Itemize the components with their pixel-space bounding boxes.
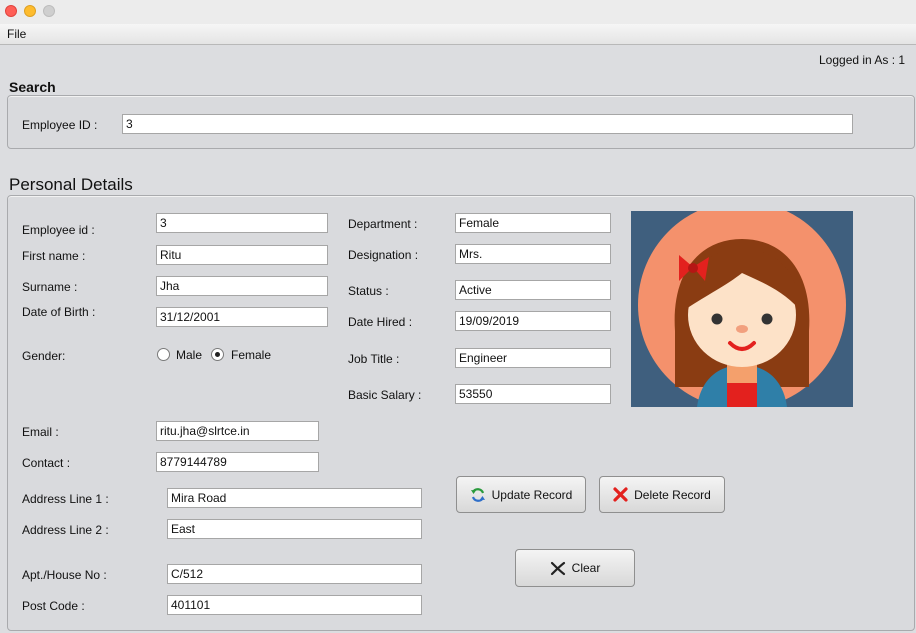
- status-field[interactable]: Active: [455, 280, 611, 300]
- date-hired-field[interactable]: 19/09/2019: [455, 311, 611, 331]
- apt-field[interactable]: C/512: [167, 564, 422, 584]
- dob-field[interactable]: 31/12/2001: [156, 307, 328, 327]
- post-code-field[interactable]: 401101: [167, 595, 422, 615]
- x-mark-icon: [550, 561, 565, 575]
- address2-label: Address Line 2 :: [22, 523, 109, 537]
- logged-in-status: Logged in As : 1: [819, 53, 906, 67]
- job-title-label: Job Title :: [348, 352, 400, 366]
- delete-record-button[interactable]: Delete Record: [599, 476, 725, 513]
- update-record-button[interactable]: Update Record: [456, 476, 586, 513]
- red-x-icon: [613, 487, 628, 502]
- gender-female-label: Female: [231, 348, 272, 362]
- email-field[interactable]: ritu.jha@slrtce.in: [156, 421, 319, 441]
- basic-salary-field[interactable]: 53550: [455, 384, 611, 404]
- menu-file[interactable]: File: [7, 27, 26, 41]
- designation-label: Designation :: [348, 248, 419, 262]
- search-employee-id-label: Employee ID :: [22, 118, 98, 132]
- avatar-icon: [638, 211, 846, 407]
- dob-label: Date of Birth :: [22, 305, 96, 319]
- employee-id-field[interactable]: 3: [156, 213, 328, 233]
- update-record-label: Update Record: [491, 487, 573, 502]
- department-field[interactable]: Female: [455, 213, 611, 233]
- address1-field[interactable]: Mira Road: [167, 488, 422, 508]
- basic-salary-label: Basic Salary :: [348, 388, 422, 402]
- address2-field[interactable]: East: [167, 519, 422, 539]
- apt-label: Apt./House No :: [22, 568, 107, 582]
- employee-avatar: [631, 211, 853, 407]
- close-window-button[interactable]: [5, 5, 17, 17]
- address1-label: Address Line 1 :: [22, 492, 109, 506]
- designation-field[interactable]: Mrs.: [455, 244, 611, 264]
- search-section-title: Search: [9, 79, 56, 95]
- gender-male-label: Male: [176, 348, 203, 362]
- maximize-window-button[interactable]: [43, 5, 55, 17]
- window-titlebar: [0, 0, 916, 25]
- search-employee-id-input[interactable]: 3: [122, 114, 853, 134]
- email-label: Email :: [22, 425, 59, 439]
- post-code-label: Post Code :: [22, 599, 85, 613]
- department-label: Department :: [348, 217, 418, 231]
- first-name-label: First name :: [22, 249, 86, 263]
- first-name-field[interactable]: Ritu: [156, 245, 328, 265]
- clear-label: Clear: [571, 561, 601, 575]
- clear-button[interactable]: Clear: [515, 549, 635, 587]
- status-label: Status :: [348, 284, 389, 298]
- minimize-window-button[interactable]: [24, 5, 36, 17]
- contact-field[interactable]: 8779144789: [156, 452, 319, 472]
- refresh-icon: [470, 487, 485, 502]
- gender-male-radio[interactable]: [157, 348, 170, 361]
- surname-field[interactable]: Jha: [156, 276, 328, 296]
- delete-record-label: Delete Record: [634, 487, 711, 502]
- contact-label: Contact :: [22, 456, 71, 470]
- surname-label: Surname :: [22, 280, 78, 294]
- job-title-field[interactable]: Engineer: [455, 348, 611, 368]
- employee-id-label: Employee id :: [22, 223, 95, 237]
- personal-details-title: Personal Details: [9, 175, 133, 194]
- menu-bar: File: [0, 24, 916, 45]
- gender-female-radio[interactable]: [211, 348, 224, 361]
- gender-label: Gender:: [22, 349, 66, 363]
- date-hired-label: Date Hired :: [348, 315, 413, 329]
